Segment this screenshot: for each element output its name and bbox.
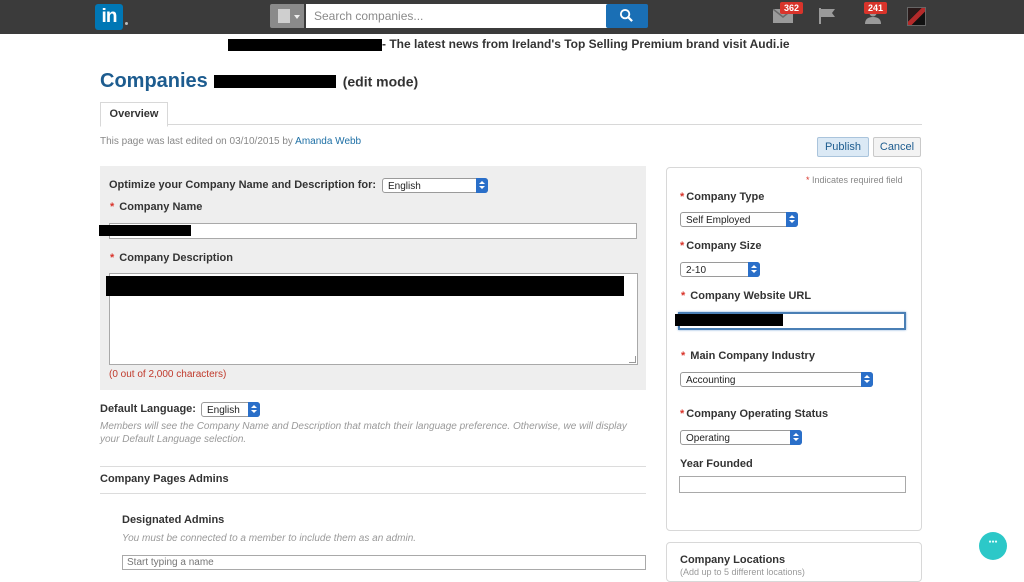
default-language-help: Members will see the Company Name and De… (100, 421, 627, 445)
character-counter: (0 out of 2,000 characters) (109, 369, 227, 380)
notifications-badge: 241 (864, 2, 888, 14)
section-divider (100, 493, 646, 494)
top-navigation-bar: in 362 241 (0, 0, 1024, 34)
required-field-note: * Indicates required field (806, 175, 903, 185)
company-type-label-text: Company Type (686, 191, 765, 203)
required-asterisk: * (680, 191, 685, 203)
default-language-value: English (207, 405, 240, 416)
optimize-language-value: English (388, 181, 421, 192)
company-website-label-text: Company Website URL (690, 290, 812, 302)
required-asterisk: * (680, 408, 685, 420)
company-website-label: * Company Website URL (681, 290, 811, 302)
operating-status-value: Operating (686, 433, 730, 444)
redacted-description-value (106, 276, 624, 296)
optimize-label: Optimize your Company Name and Descripti… (109, 179, 377, 191)
search-input[interactable] (306, 4, 608, 28)
tab-overview[interactable]: Overview (100, 102, 168, 127)
flag-icon[interactable] (818, 8, 836, 24)
main-industry-select[interactable]: Accounting (680, 372, 873, 387)
company-description-label: * Company Description (110, 252, 233, 264)
logo-dot (125, 22, 128, 25)
required-asterisk: * (110, 252, 115, 264)
subscribe-bubble-icon[interactable]: ●●● (979, 532, 1007, 560)
company-locations-heading: Company Locations (680, 554, 786, 566)
redacted-block (228, 38, 382, 51)
company-name-label: * Company Name (110, 201, 202, 213)
company-type-select[interactable]: Self Employed (680, 212, 798, 227)
company-size-value: 2-10 (686, 265, 707, 276)
select-arrows-icon (248, 402, 260, 417)
chevron-down-icon (294, 15, 300, 19)
select-arrows-icon (476, 178, 488, 193)
main-industry-value: Accounting (686, 375, 736, 386)
resize-handle-icon[interactable] (629, 356, 636, 363)
building-icon (278, 9, 290, 23)
tab-divider (100, 124, 922, 125)
messages-badge: 362 (780, 2, 804, 14)
required-asterisk: * (806, 175, 810, 185)
year-founded-label: Year Founded (680, 458, 753, 470)
default-language-select[interactable]: English (201, 402, 260, 417)
select-arrows-icon (790, 430, 802, 445)
company-description-label-text: Company Description (119, 252, 233, 264)
main-industry-label: * Main Company Industry (681, 350, 815, 362)
last-edited-text: This page was last edited on 03/10/2015 … (100, 136, 293, 147)
select-arrows-icon (748, 262, 760, 277)
avatar[interactable] (907, 7, 926, 26)
required-asterisk: * (680, 240, 685, 252)
designated-admins-label: Designated Admins (122, 514, 225, 526)
main-industry-label-text: Main Company Industry (690, 350, 815, 362)
default-language-label: Default Language: (100, 403, 196, 415)
select-arrows-icon (786, 212, 798, 227)
redacted-company-name (214, 75, 337, 88)
editor-link[interactable]: Amanda Webb (295, 136, 361, 147)
search-category-dropdown[interactable] (270, 4, 304, 28)
last-edited-info: This page was last edited on 03/10/2015 … (100, 136, 361, 147)
company-size-select[interactable]: 2-10 (680, 262, 760, 277)
page-title: Companies (edit mode) (100, 70, 418, 93)
operating-status-select[interactable]: Operating (680, 430, 802, 445)
admin-name-input[interactable] (122, 555, 646, 570)
publish-button[interactable]: Publish (817, 137, 869, 157)
company-pages-admins-heading: Company Pages Admins (100, 473, 229, 485)
required-asterisk: * (681, 290, 686, 302)
edit-mode-label: (edit mode) (342, 73, 419, 90)
operating-status-label: * Company Operating Status (680, 408, 828, 420)
sponsored-ad-line[interactable]: - The latest news from Ireland's Top Sel… (228, 37, 790, 51)
section-divider (100, 466, 646, 467)
cancel-button[interactable]: Cancel (873, 137, 921, 157)
company-name-label-text: Company Name (119, 201, 203, 213)
search-icon (619, 8, 633, 22)
operating-status-label-text: Company Operating Status (686, 408, 829, 420)
select-arrows-icon (861, 372, 873, 387)
company-type-label: * Company Type (680, 191, 764, 203)
optimize-language-select[interactable]: English (382, 178, 488, 193)
company-type-value: Self Employed (686, 215, 751, 226)
redacted-company-name-value (99, 225, 191, 236)
company-size-label: * Company Size (680, 240, 761, 252)
page-title-companies: Companies (100, 70, 208, 92)
linkedin-logo[interactable]: in (95, 4, 123, 30)
required-asterisk: * (110, 201, 115, 213)
search-button[interactable] (606, 4, 648, 28)
designated-admins-help: You must be connected to a member to inc… (122, 533, 417, 544)
ad-text: - The latest news from Ireland's Top Sel… (382, 37, 790, 51)
year-founded-input[interactable] (679, 476, 906, 493)
required-note-text: Indicates required field (812, 175, 903, 185)
required-asterisk: * (681, 350, 686, 362)
company-size-label-text: Company Size (686, 240, 762, 252)
redacted-website-value (675, 314, 783, 326)
